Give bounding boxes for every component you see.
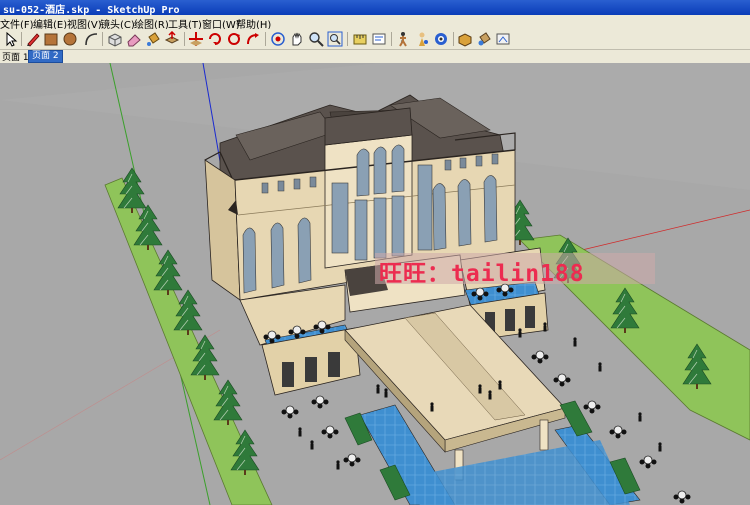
materials-icon[interactable] bbox=[476, 31, 492, 47]
watermark-text: 旺旺：tailin188 bbox=[379, 261, 585, 287]
scene-tabs-bar: 页面 1 页面 2 bbox=[0, 50, 750, 63]
zoom-icon[interactable] bbox=[308, 31, 324, 47]
select-icon[interactable] bbox=[3, 31, 19, 47]
position-camera-icon[interactable] bbox=[414, 31, 430, 47]
styles-icon[interactable] bbox=[495, 31, 511, 47]
move-icon[interactable] bbox=[188, 31, 204, 47]
walk-icon[interactable] bbox=[395, 31, 411, 47]
zoom-extents-icon[interactable] bbox=[327, 31, 343, 47]
paint-bucket-icon[interactable] bbox=[145, 31, 161, 47]
tape-measure-icon[interactable] bbox=[352, 31, 368, 47]
rotate-icon[interactable] bbox=[226, 31, 242, 47]
make-component-icon[interactable] bbox=[107, 31, 123, 47]
hotel-model-drawing bbox=[0, 63, 750, 505]
arc-icon[interactable] bbox=[83, 31, 99, 47]
model-viewport[interactable]: 旺旺：tailin188 bbox=[0, 63, 750, 505]
menu-bar: 文件(F) 编辑(E) 视图(V) 镜头(C) 绘图(R) 工具(T) 窗口(W… bbox=[0, 15, 750, 31]
circle-icon[interactable] bbox=[62, 31, 78, 47]
eraser-icon[interactable] bbox=[126, 31, 142, 47]
main-toolbar bbox=[0, 29, 750, 50]
rotate-icon[interactable] bbox=[207, 31, 223, 47]
pencil-icon[interactable] bbox=[25, 31, 41, 47]
window-title: su-052-酒店.skp - SketchUp Pro bbox=[3, 5, 180, 16]
scene-tab-2[interactable]: 页面 2 bbox=[28, 50, 63, 63]
follow-me-icon[interactable] bbox=[245, 31, 261, 47]
rectangle-icon[interactable] bbox=[43, 31, 59, 47]
push-pull-icon[interactable] bbox=[164, 31, 180, 47]
pan-icon[interactable] bbox=[289, 31, 305, 47]
watermark: 旺旺：tailin188 bbox=[375, 253, 655, 287]
components-icon[interactable] bbox=[457, 31, 473, 47]
look-around-icon[interactable] bbox=[433, 31, 449, 47]
text-icon[interactable] bbox=[371, 31, 387, 47]
scene-tab-1[interactable]: 页面 1 bbox=[2, 50, 29, 63]
title-bar: su-052-酒店.skp - SketchUp Pro bbox=[0, 0, 750, 16]
orbit-icon[interactable] bbox=[270, 31, 286, 47]
